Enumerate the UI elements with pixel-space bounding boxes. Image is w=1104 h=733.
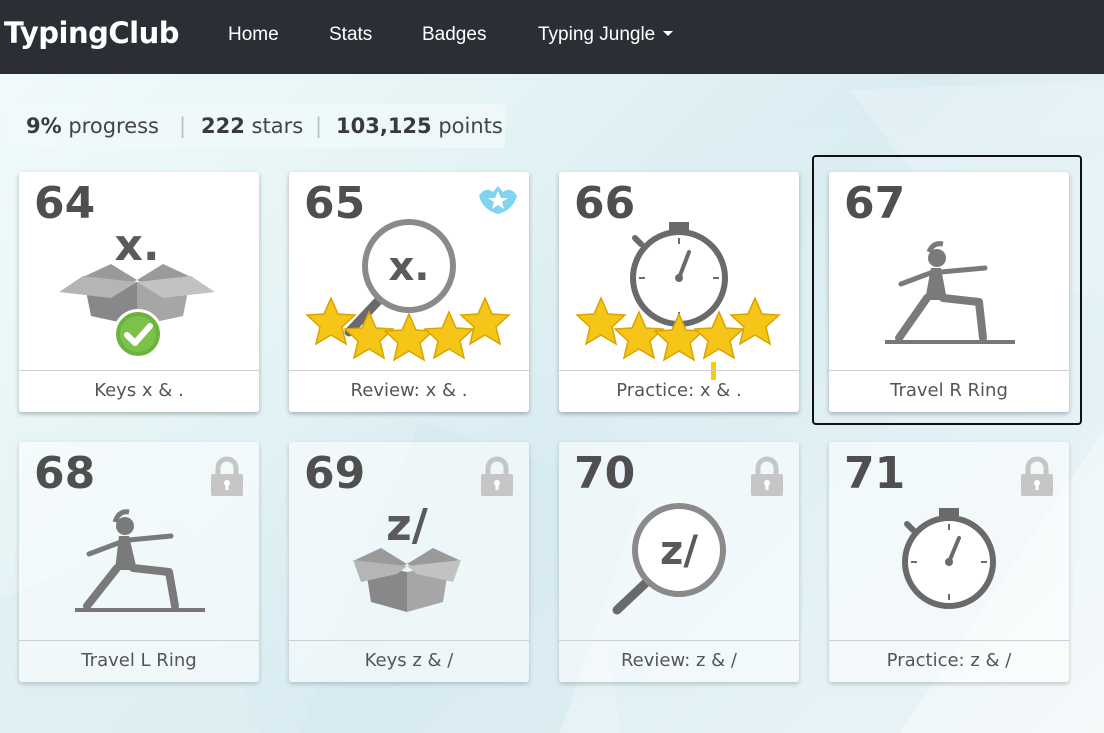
lesson-keys-text: x. [389,244,430,290]
stars-value: 222 [201,114,245,138]
lesson-title: Keys z & / [289,640,529,682]
progress-stat: 9% progress [26,104,159,148]
stars-stat: 222 stars [201,104,303,148]
stats-separator: | [315,114,323,138]
nav-typing-jungle-label: Typing Jungle [538,24,656,45]
completed-check-icon [113,309,163,359]
lesson-title: Review: x & . [289,370,529,412]
lesson-card-64[interactable]: 64 x. Keys x & . [19,172,259,412]
yoga-pose-icon [75,509,205,612]
star-icon [576,297,626,345]
progress-value: 9% [26,114,62,138]
lesson-title: Travel R Ring [829,370,1069,412]
nav-home[interactable]: Home [228,24,279,46]
points-label: points [438,114,503,138]
star-icon [344,311,394,359]
lesson-title: Travel L Ring [19,640,259,682]
star-icon [306,297,356,345]
stars-label: stars [251,114,304,138]
star-icon [460,297,510,345]
star-rating-5 [306,297,510,361]
star-icon [384,313,434,361]
star-icon [730,297,780,345]
lesson-title: Practice: z & / [829,640,1069,682]
lesson-card-71[interactable]: 71 Practice: z & / [829,442,1069,682]
yoga-pose-icon [885,241,1015,344]
caret-down-icon [663,31,674,36]
lesson-title: Practice: x & . [559,370,799,412]
star-rating-5 [576,297,780,361]
progress-summary: 9% progress | 222 stars | 103,125 points [8,104,505,148]
nav-stats[interactable]: Stats [329,24,372,46]
nav-typing-jungle-dropdown[interactable]: Typing Jungle [538,24,674,46]
points-value: 103,125 [336,114,432,138]
progress-label: progress [68,114,159,138]
lesson-title: Review: z & / [559,640,799,682]
stopwatch-icon [902,508,996,609]
stats-separator: | [179,114,187,138]
lesson-keys-text: x. [114,220,159,271]
winged-star-badge-icon [479,186,517,214]
top-navbar: TypingClub Home Stats Badges Typing Jung… [0,0,1104,74]
lesson-title: Keys x & . [19,370,259,412]
nav-badges[interactable]: Badges [422,24,486,46]
star-icon [614,311,664,359]
star-icon [654,313,704,361]
lesson-card-69[interactable]: 69 z/ Keys z & / [289,442,529,682]
lesson-card-66[interactable]: 66 Practice: x & . [559,172,799,412]
open-box-icon: z/ [353,500,461,612]
lesson-card-65[interactable]: 65 x. Review: x & . [289,172,529,412]
magnifier-icon: z/ [612,503,726,615]
lesson-card-70[interactable]: 70 z/ Review: z & / [559,442,799,682]
points-stat: 103,125 points [336,104,503,148]
lesson-card-68[interactable]: 68 Travel L Ring [19,442,259,682]
lesson-keys-text: z/ [386,500,429,551]
lesson-card-67[interactable]: 67 Travel R Ring [829,172,1069,412]
lesson-keys-text: z/ [660,528,698,574]
brand-logo[interactable]: TypingClub [4,16,179,50]
